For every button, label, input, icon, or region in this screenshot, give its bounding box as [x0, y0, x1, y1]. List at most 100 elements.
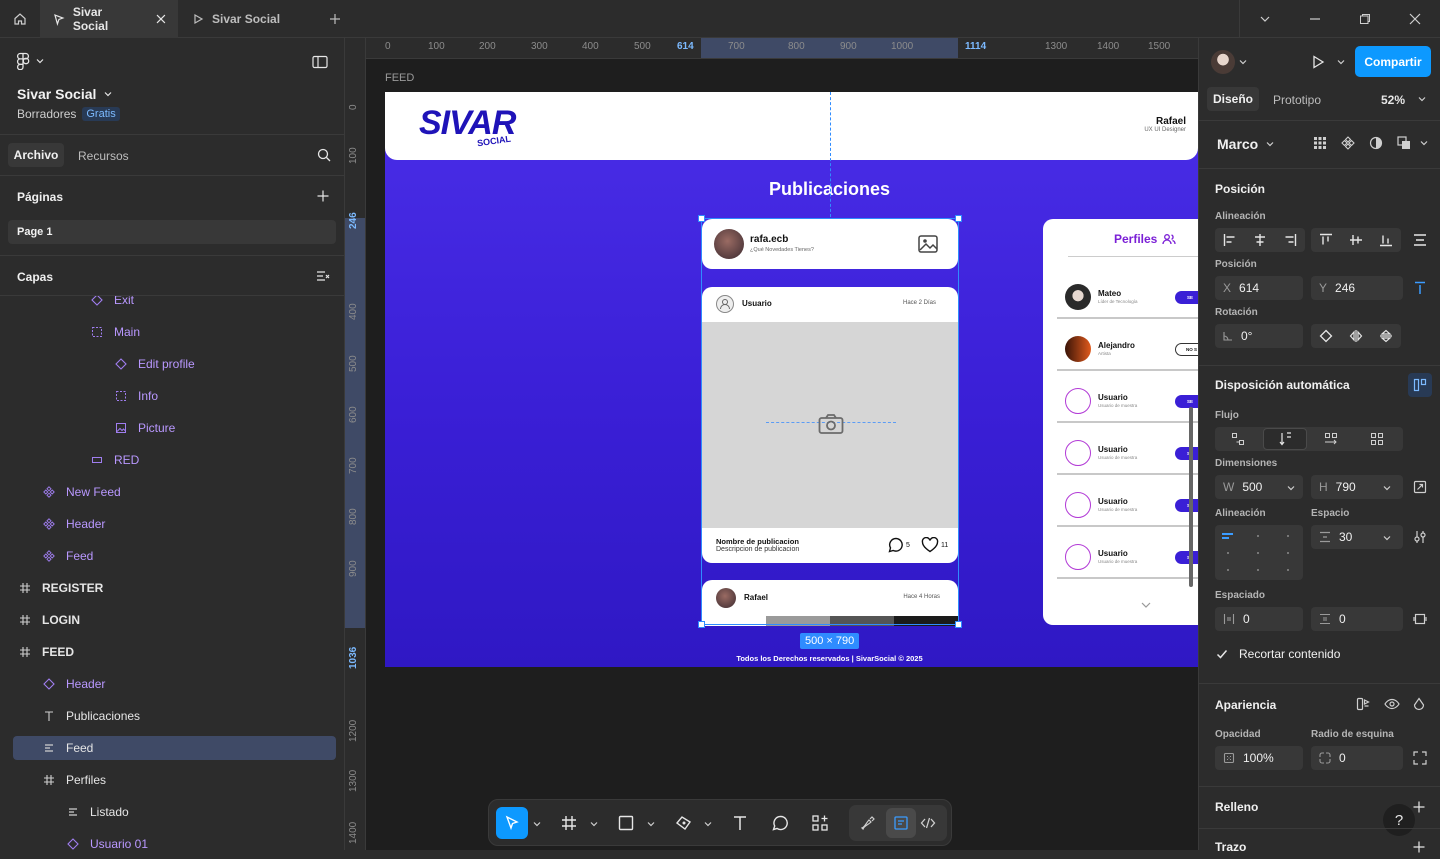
chevron-down-icon[interactable] [1287, 484, 1295, 492]
minimize-icon[interactable] [1290, 0, 1340, 38]
autolayout-settings-icon[interactable] [1413, 530, 1427, 544]
profile-item[interactable]: Alejandro Artista NO S [1057, 331, 1198, 369]
add-page-plus-icon[interactable] [311, 184, 335, 208]
alignment-dot[interactable] [1257, 552, 1259, 554]
layer-item[interactable]: Header [42, 672, 105, 696]
autolayout-toggle[interactable] [1408, 373, 1432, 397]
flow-grid-icon[interactable] [1370, 432, 1384, 446]
add-stroke-plus-icon[interactable] [1407, 835, 1431, 859]
align-middle-icon[interactable] [1349, 233, 1363, 247]
pen-tool-icon[interactable] [675, 814, 693, 832]
chevron-down-icon[interactable] [1420, 139, 1428, 147]
component-icon[interactable] [1341, 136, 1355, 150]
follow-button[interactable]: SE [1175, 291, 1198, 304]
follow-button[interactable]: NO S [1175, 343, 1198, 356]
actions-icon[interactable] [811, 814, 829, 832]
y-input[interactable]: Y 246 [1311, 276, 1403, 300]
present-play-icon[interactable] [1311, 55, 1325, 69]
alignment-dot[interactable] [1227, 569, 1229, 571]
flow-freeform-icon[interactable] [1231, 432, 1245, 446]
tab-file[interactable]: Archivo [8, 143, 64, 167]
comment-tool-icon[interactable] [772, 815, 789, 831]
layer-item[interactable]: Main [90, 320, 140, 344]
chevron-down-icon[interactable] [1240, 0, 1290, 38]
follow-button[interactable]: SE [1175, 447, 1198, 460]
align-right-icon[interactable] [1283, 233, 1297, 247]
x-input[interactable]: X 614 [1215, 276, 1303, 300]
collapse-layers-icon[interactable] [311, 264, 335, 288]
help-button[interactable]: ? [1383, 804, 1415, 836]
dev-mode-code-icon[interactable] [920, 815, 936, 831]
alignment-matrix[interactable] [1215, 525, 1303, 580]
mask-icon[interactable] [1369, 136, 1383, 150]
constraints-icon[interactable] [1413, 281, 1427, 295]
follow-button[interactable]: SE [1175, 395, 1198, 408]
profile-item[interactable]: UsuarioUsuario de muestra SE [1057, 383, 1198, 421]
flow-horizontal-icon[interactable] [1324, 432, 1338, 446]
draw-mode-icon[interactable] [860, 815, 876, 831]
restore-icon[interactable] [1340, 0, 1390, 38]
layer-item[interactable]: Publicaciones [42, 704, 140, 728]
rectangle-tool-icon[interactable] [618, 815, 634, 831]
close-tab-icon[interactable] [156, 14, 166, 24]
layer-item[interactable]: Picture [114, 416, 175, 440]
chevron-down-icon[interactable] [1418, 95, 1426, 103]
resize-to-fit-icon[interactable] [1413, 480, 1427, 494]
profile-item[interactable]: UsuarioUsuario de muestra SE [1057, 487, 1198, 525]
alignment-dot[interactable] [1287, 535, 1289, 537]
frame-type-dropdown[interactable]: Marco [1217, 136, 1274, 152]
align-center-horizontal-icon[interactable] [1253, 233, 1267, 247]
layer-item[interactable]: Feed [42, 544, 93, 568]
layer-item[interactable]: REGISTER [18, 576, 103, 600]
canvas[interactable]: FEED SIVAR SOCIAL Rafael UX UI Designer … [366, 59, 1198, 850]
tab-assets[interactable]: Recursos [78, 149, 129, 163]
alignment-dot[interactable] [1287, 569, 1289, 571]
file-name-button[interactable]: Sivar Social [17, 86, 112, 102]
layer-item[interactable]: Header [42, 512, 105, 536]
tab-design[interactable]: Diseño [1207, 87, 1259, 111]
zoom-level[interactable]: 52% [1381, 93, 1405, 107]
follow-button[interactable]: SE [1175, 499, 1198, 512]
profile-item[interactable]: UsuarioUsuario de muestra SE [1057, 435, 1198, 473]
new-tab-plus-icon[interactable] [315, 0, 355, 38]
toggle-sidebar-icon[interactable] [308, 50, 332, 74]
rotate-90-icon[interactable] [1319, 329, 1333, 343]
move-tool-button[interactable] [496, 807, 528, 839]
align-left-icon[interactable] [1223, 233, 1237, 247]
align-bottom-icon[interactable] [1379, 233, 1393, 247]
chevron-down-icon[interactable] [1337, 58, 1345, 66]
alignment-dot[interactable] [1257, 569, 1259, 571]
profile-item[interactable]: UsuarioUsuario de muestra SE [1057, 539, 1198, 577]
rotation-input[interactable]: 0° [1215, 324, 1303, 348]
frame-tool-icon[interactable] [561, 815, 577, 831]
tab-sivar-social-design[interactable]: Sivar Social [40, 0, 178, 38]
alignment-dot[interactable] [1287, 552, 1289, 554]
selection-box[interactable] [698, 215, 962, 628]
chevron-down-icon[interactable] [1141, 601, 1151, 609]
grid-icon[interactable] [1313, 136, 1327, 150]
home-icon[interactable] [0, 0, 40, 38]
layer-item[interactable]: New Feed [42, 480, 121, 504]
chevron-down-icon[interactable] [704, 820, 712, 828]
user-avatar[interactable] [1211, 50, 1235, 74]
layer-item[interactable]: Usuario 01 [66, 832, 148, 850]
layer-item[interactable]: Edit profile [114, 352, 195, 376]
layer-item[interactable]: Info [114, 384, 158, 408]
individual-padding-icon[interactable] [1413, 612, 1427, 626]
page-item-page-1[interactable]: Page 1 [8, 220, 336, 244]
distribute-icon[interactable] [1413, 233, 1427, 247]
layer-item[interactable]: Exit [90, 296, 134, 312]
vertical-padding-input[interactable]: 0 [1311, 607, 1403, 631]
align-top-icon[interactable] [1319, 233, 1333, 247]
layer-item[interactable]: Listado [66, 800, 129, 824]
blend-mode-drop-icon[interactable] [1413, 697, 1425, 711]
profile-item[interactable]: Mateo Líder de Tecnología SE [1057, 279, 1198, 317]
alignment-dot[interactable] [1257, 535, 1259, 537]
variable-mode-icon[interactable] [1356, 697, 1370, 711]
chevron-down-icon[interactable] [1239, 58, 1247, 66]
share-button[interactable]: Compartir [1355, 46, 1431, 77]
follow-button[interactable]: SE [1175, 551, 1198, 564]
chevron-down-icon[interactable] [590, 820, 598, 828]
resize-handle[interactable] [698, 215, 705, 222]
resize-handle[interactable] [955, 621, 962, 628]
